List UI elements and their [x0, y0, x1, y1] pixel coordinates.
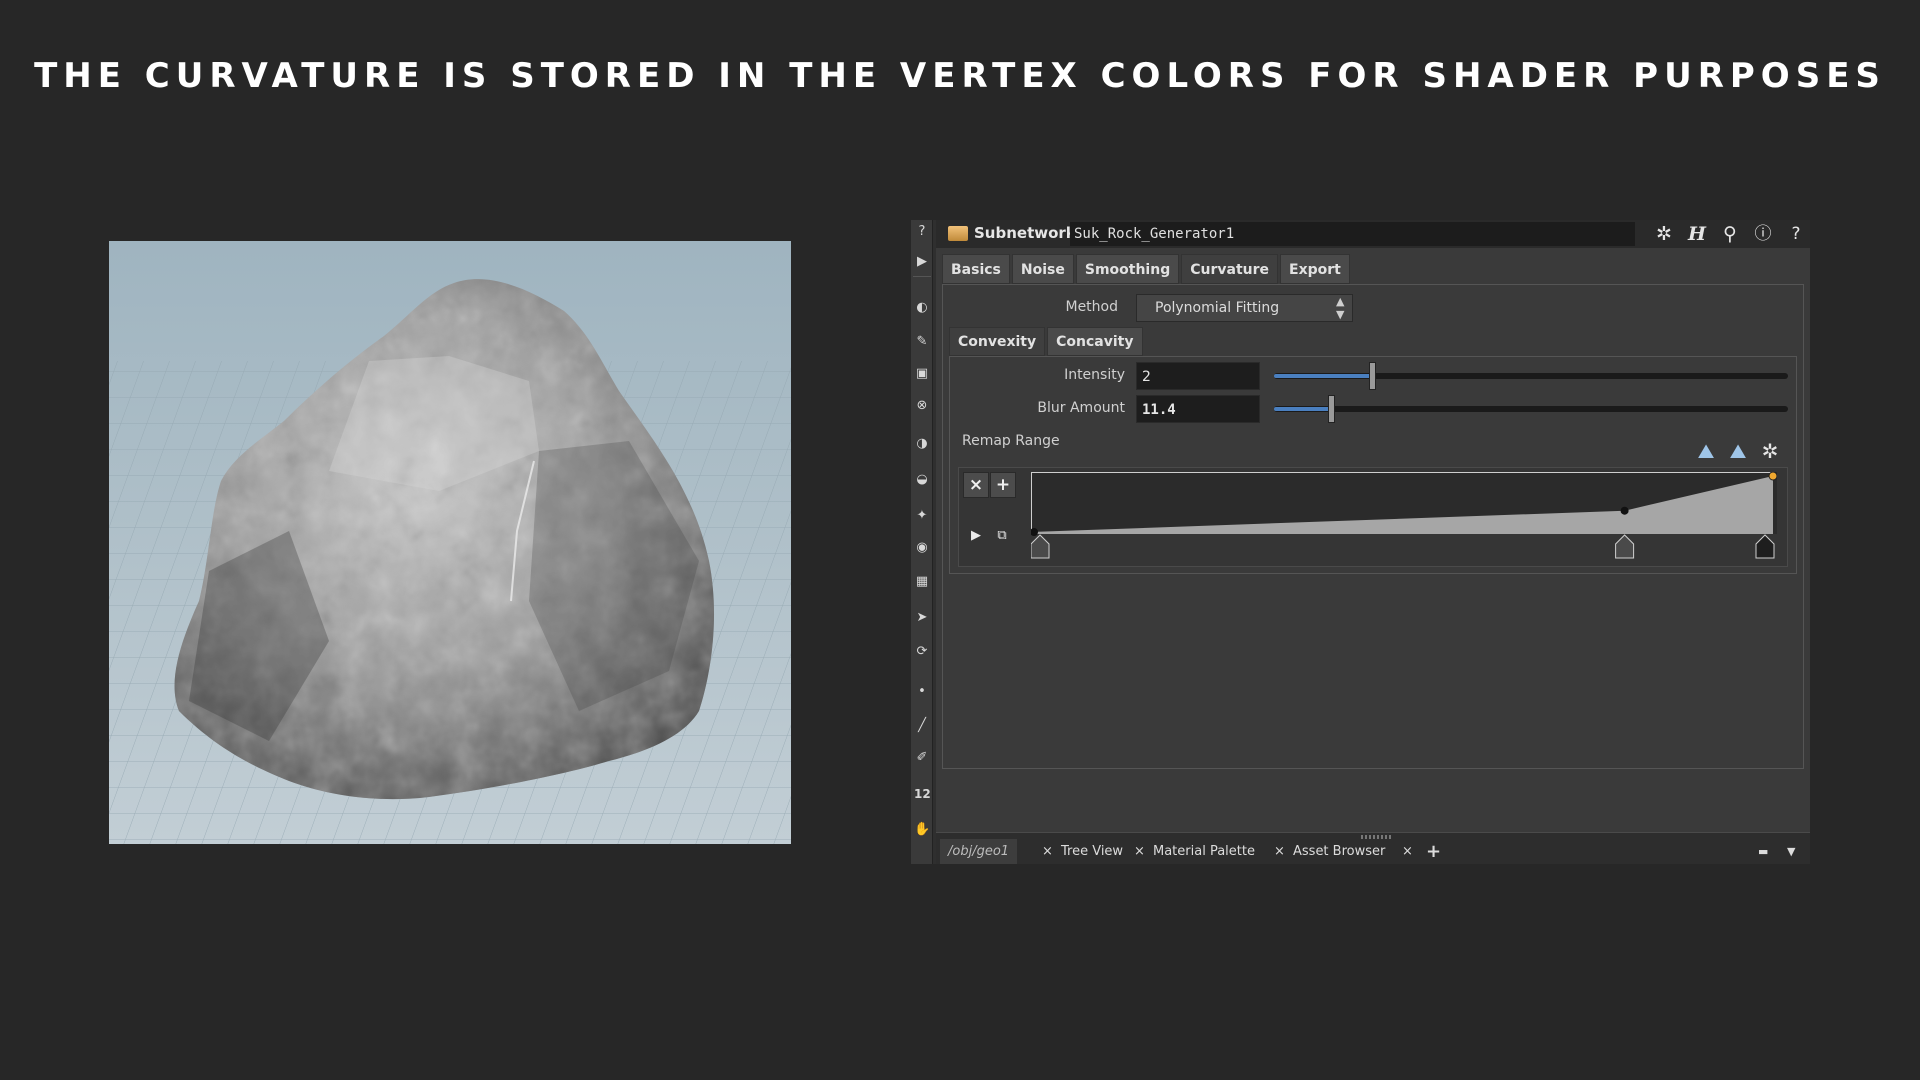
intensity-slider-handle[interactable] — [1369, 362, 1376, 390]
method-dropdown[interactable]: Polynomial Fitting ▲ ▼ — [1136, 294, 1353, 322]
tab-curvature[interactable]: Curvature — [1181, 254, 1278, 284]
intensity-label: Intensity — [1064, 367, 1125, 383]
light-icon[interactable]: ✦ — [914, 508, 930, 524]
dot-icon[interactable]: • — [914, 684, 930, 700]
blur-amount-field[interactable]: 11.4 — [1136, 395, 1260, 423]
ramp-key-point[interactable] — [1620, 506, 1629, 515]
pane-tab-bar: /obj/geo1 × Tree View × Material Palette… — [936, 832, 1810, 864]
intensity-slider[interactable] — [1274, 362, 1788, 390]
method-value: Polynomial Fitting — [1155, 300, 1280, 316]
close-icon[interactable]: × — [1274, 839, 1285, 864]
number-label: 12 — [914, 787, 931, 801]
tool-icon[interactable]: ◑ — [914, 436, 930, 452]
tool-icon[interactable]: ➤ — [914, 610, 930, 626]
tool-icon[interactable]: ◐ — [914, 300, 930, 316]
tab-convexity[interactable]: Convexity — [949, 327, 1046, 356]
search-icon[interactable]: ⚲ — [1718, 223, 1742, 245]
parameter-panel: ? ▶ ◐ ✎ ▣ ⊗ ◑ ◒ ✦ ◉ ▦ ➤ ⟳ • ╱ ✐ 12 ✋ Sub… — [911, 220, 1810, 864]
delete-key-button[interactable]: × — [963, 472, 989, 498]
ramp-toolbar: ⛰ ⛰ ✲ — [1694, 439, 1782, 463]
add-pane-tab-button[interactable]: + — [1426, 839, 1441, 864]
close-icon[interactable]: × — [1042, 839, 1053, 864]
hand-icon[interactable]: ✋ — [914, 822, 930, 838]
add-key-button[interactable]: + — [990, 472, 1016, 498]
intensity-field[interactable]: 2 — [1136, 362, 1260, 390]
tool-icon[interactable]: ◉ — [914, 540, 930, 556]
tool-icon[interactable]: ▦ — [914, 574, 930, 590]
brush-icon[interactable]: ✐ — [914, 750, 930, 766]
ramp-edit-icon[interactable]: ⛰ — [1726, 439, 1750, 463]
dropdown-arrows-icon: ▲ ▼ — [1336, 295, 1345, 321]
houdini-h-icon[interactable]: H — [1685, 223, 1709, 245]
play-icon[interactable]: ▶ — [914, 254, 930, 270]
headline: THE CURVATURE IS STORED IN THE VERTEX CO… — [34, 56, 1886, 96]
node-type-label: Subnetwork — [974, 224, 1076, 242]
line-icon[interactable]: ╱ — [914, 718, 930, 734]
pane-tab-asset-browser[interactable]: Asset Browser — [1285, 839, 1385, 864]
node-name-field[interactable]: Suk_Rock_Generator1 — [1070, 222, 1635, 246]
gear-icon[interactable]: ✲ — [1758, 439, 1782, 463]
pane-tab-material-palette[interactable]: Material Palette — [1145, 839, 1255, 864]
ramp-key-handle[interactable] — [1615, 534, 1635, 559]
tool-icon[interactable]: ⟳ — [914, 644, 930, 660]
blur-amount-slider[interactable] — [1274, 395, 1788, 423]
parameter-editor: Subnetwork Suk_Rock_Generator1 ✲ H ⚲ ⓘ ?… — [936, 220, 1810, 864]
remap-ramp[interactable]: × + ▶ ⧉ — [958, 467, 1788, 567]
pane-tab-obj-geo1[interactable]: /obj/geo1 — [940, 839, 1018, 864]
curvature-tab-body: Method Polynomial Fitting ▲ ▼ Convexity C… — [942, 284, 1804, 769]
help-icon[interactable]: ? — [1784, 223, 1808, 245]
title-bar: Subnetwork Suk_Rock_Generator1 ✲ H ⚲ ⓘ ? — [936, 220, 1810, 248]
tool-icon[interactable]: ⊗ — [914, 398, 930, 414]
tab-noise[interactable]: Noise — [1011, 254, 1074, 284]
info-icon[interactable]: ⓘ — [1751, 223, 1775, 245]
tab-basics[interactable]: Basics — [942, 254, 1010, 284]
close-icon[interactable]: × — [1402, 839, 1413, 864]
blur-amount-label: Blur Amount — [1037, 400, 1125, 416]
3d-viewport[interactable] — [109, 241, 791, 844]
sub-tabs: Convexity Concavity — [949, 327, 1143, 356]
method-label: Method — [1065, 299, 1118, 315]
close-icon[interactable]: × — [1134, 839, 1145, 864]
ramp-key-handle[interactable] — [1031, 534, 1050, 559]
remap-range-label: Remap Range — [962, 433, 1060, 449]
ramp-curve[interactable] — [1031, 472, 1777, 562]
expand-icon[interactable]: ▶ — [967, 528, 985, 544]
rock-render — [109, 279, 791, 844]
tool-icon[interactable]: ✎ — [914, 334, 930, 350]
lock-icon[interactable]: ▣ — [914, 366, 930, 382]
pane-tab-tree-view[interactable]: Tree View — [1053, 839, 1123, 864]
convexity-body: Intensity 2 Blur Amount 11.4 Remap Range… — [949, 356, 1797, 574]
shelf-toolstrip: ? ▶ ◐ ✎ ▣ ⊗ ◑ ◒ ✦ ◉ ▦ ➤ ⟳ • ╱ ✐ 12 ✋ — [911, 220, 933, 864]
pane-menu-icon[interactable]: ▼ — [1787, 839, 1795, 864]
pane-layout-icon[interactable]: ▬ — [1758, 839, 1768, 864]
folder-tabs: Basics Noise Smoothing Curvature Export — [942, 254, 1350, 284]
ramp-key-handle[interactable] — [1755, 534, 1775, 559]
blur-amount-slider-handle[interactable] — [1328, 395, 1335, 423]
ramp-preset-icon[interactable]: ⛰ — [1694, 439, 1718, 463]
frame-icon[interactable]: ⧉ — [993, 528, 1011, 544]
gear-icon[interactable]: ✲ — [1652, 223, 1676, 245]
tab-export[interactable]: Export — [1280, 254, 1350, 284]
tab-concavity[interactable]: Concavity — [1047, 327, 1143, 356]
tab-smoothing[interactable]: Smoothing — [1075, 254, 1180, 284]
subnetwork-icon — [948, 226, 968, 241]
tool-icon[interactable]: ◒ — [914, 472, 930, 488]
help-icon[interactable]: ? — [914, 224, 930, 240]
ramp-key-point[interactable] — [1768, 472, 1777, 481]
